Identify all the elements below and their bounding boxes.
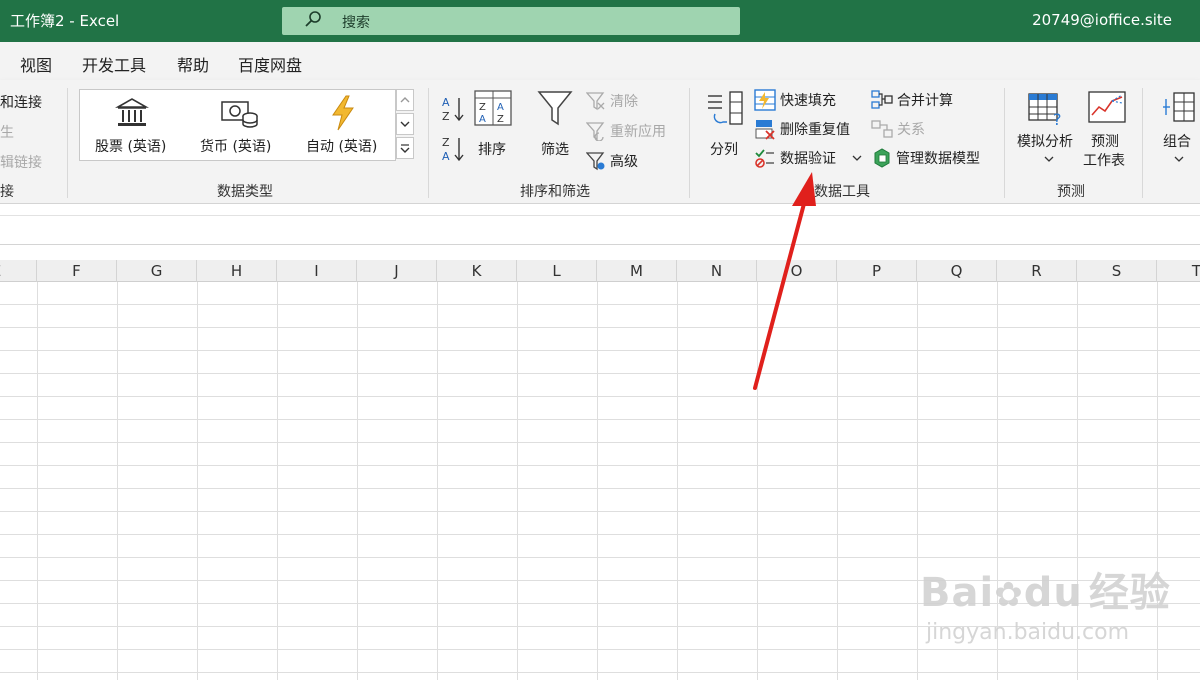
watermark-text-bai: Bai	[920, 570, 995, 616]
watermark-text-du: du	[1023, 570, 1083, 616]
baidu-watermark: Bai✿du 经验 jingyan.baidu.com	[920, 560, 1171, 645]
watermark-text-jingyan: 经验	[1088, 570, 1171, 616]
paw-icon: ✿	[994, 575, 1024, 615]
watermark-url: jingyan.baidu.com	[926, 620, 1130, 645]
